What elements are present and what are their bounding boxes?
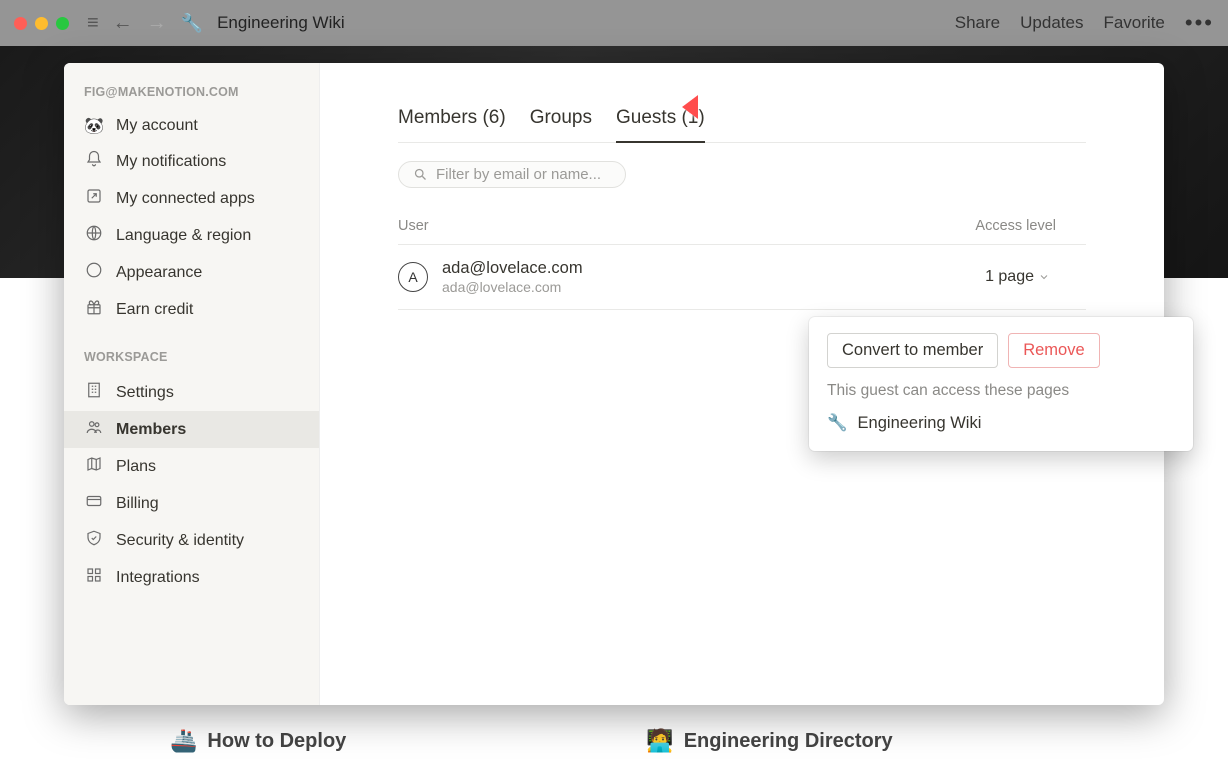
updates-button[interactable]: Updates xyxy=(1020,13,1083,33)
bg-page-label: Engineering Directory xyxy=(684,730,893,753)
maximize-window-button[interactable] xyxy=(56,17,69,30)
tab-groups[interactable]: Groups xyxy=(530,97,592,143)
share-button[interactable]: Share xyxy=(955,13,1000,33)
avatar: A xyxy=(398,262,428,292)
sidebar-item-label: Integrations xyxy=(116,569,200,587)
sidebar-item-label: Appearance xyxy=(116,264,202,282)
sidebar-item-label: Billing xyxy=(116,495,159,513)
guest-actions-popover: Convert to member Remove This guest can … xyxy=(809,317,1193,451)
background-page-links: 🚢 How to Deploy 🧑‍💻 Engineering Director… xyxy=(170,728,893,754)
tabs: Members (6) Groups Guests (1) xyxy=(398,97,1086,143)
bell-icon xyxy=(84,150,104,173)
bg-page-link-directory[interactable]: 🧑‍💻 Engineering Directory xyxy=(646,728,892,754)
bg-page-label: How to Deploy xyxy=(207,730,346,753)
convert-to-member-button[interactable]: Convert to member xyxy=(827,333,998,368)
settings-sidebar: FIG@MAKENOTION.COM 🐼 My account My notif… xyxy=(64,63,320,705)
access-level-label: 1 page xyxy=(985,268,1034,286)
page-title[interactable]: Engineering Wiki xyxy=(217,13,345,33)
traffic-lights xyxy=(14,17,69,30)
building-icon xyxy=(84,381,104,404)
sidebar-item-label: Members xyxy=(116,421,186,439)
access-level-dropdown[interactable]: 1 page xyxy=(985,268,1086,286)
col-user-header: User xyxy=(398,218,906,234)
sidebar-item-my-notifications[interactable]: My notifications xyxy=(64,143,319,180)
accessible-page-label: Engineering Wiki xyxy=(858,414,982,433)
wrench-icon: 🔧 xyxy=(827,414,848,433)
sidebar-item-appearance[interactable]: Appearance xyxy=(64,254,319,291)
sidebar-item-connected-apps[interactable]: My connected apps xyxy=(64,180,319,217)
sidebar-item-label: Earn credit xyxy=(116,301,193,319)
sidebar-item-label: My account xyxy=(116,117,198,135)
ship-icon: 🚢 xyxy=(170,728,197,754)
sidebar-item-earn-credit[interactable]: Earn credit xyxy=(64,291,319,328)
accessible-page-item[interactable]: 🔧 Engineering Wiki xyxy=(827,414,1175,433)
sidebar-item-label: My notifications xyxy=(116,153,226,171)
annotation-arrow-icon xyxy=(676,87,732,132)
guest-row: A ada@lovelace.com ada@lovelace.com 1 pa… xyxy=(398,245,1086,310)
window-titlebar: ≡ ← → 🔧 Engineering Wiki Share Updates F… xyxy=(0,0,1228,46)
hamburger-icon[interactable]: ≡ xyxy=(87,12,99,35)
sidebar-item-label: Settings xyxy=(116,384,174,402)
account-section-label: FIG@MAKENOTION.COM xyxy=(64,85,319,99)
sidebar-item-billing[interactable]: Billing xyxy=(64,485,319,522)
grid-icon xyxy=(84,566,104,589)
chevron-down-icon xyxy=(1038,271,1050,283)
more-options-button[interactable]: ••• xyxy=(1185,10,1214,36)
sidebar-item-integrations[interactable]: Integrations xyxy=(64,559,319,596)
sidebar-item-members[interactable]: Members xyxy=(64,411,319,448)
workspace-section-label: WORKSPACE xyxy=(64,350,319,364)
globe-icon xyxy=(84,224,104,247)
bg-page-link-deploy[interactable]: 🚢 How to Deploy xyxy=(170,728,346,754)
map-icon xyxy=(84,455,104,478)
gift-icon xyxy=(84,298,104,321)
sidebar-item-settings[interactable]: Settings xyxy=(64,374,319,411)
sidebar-item-label: Security & identity xyxy=(116,532,244,550)
people-icon xyxy=(84,418,104,441)
close-window-button[interactable] xyxy=(14,17,27,30)
minimize-window-button[interactable] xyxy=(35,17,48,30)
sidebar-item-label: Plans xyxy=(116,458,156,476)
moon-icon xyxy=(84,261,104,284)
sidebar-item-security[interactable]: Security & identity xyxy=(64,522,319,559)
panda-icon: 🐼 xyxy=(84,116,104,136)
user-email: ada@lovelace.com xyxy=(442,279,985,295)
filter-input[interactable]: Filter by email or name... xyxy=(398,161,626,188)
sidebar-item-label: Language & region xyxy=(116,227,251,245)
col-access-header: Access level xyxy=(906,218,1086,234)
person-icon: 🧑‍💻 xyxy=(646,728,673,754)
favorite-button[interactable]: Favorite xyxy=(1103,13,1164,33)
sidebar-item-language-region[interactable]: Language & region xyxy=(64,217,319,254)
sidebar-item-label: My connected apps xyxy=(116,190,255,208)
search-icon xyxy=(413,167,428,182)
nav-back-button[interactable]: ← xyxy=(113,12,133,35)
remove-guest-button[interactable]: Remove xyxy=(1008,333,1099,368)
popover-message: This guest can access these pages xyxy=(827,382,1175,400)
card-icon xyxy=(84,492,104,515)
nav-forward-button[interactable]: → xyxy=(147,12,167,35)
user-name: ada@lovelace.com xyxy=(442,259,985,278)
tab-members[interactable]: Members (6) xyxy=(398,97,506,143)
sidebar-item-my-account[interactable]: 🐼 My account xyxy=(64,109,319,143)
table-header: User Access level xyxy=(398,218,1086,245)
shield-icon xyxy=(84,529,104,552)
sidebar-item-plans[interactable]: Plans xyxy=(64,448,319,485)
wrench-icon: 🔧 xyxy=(181,13,203,34)
filter-placeholder: Filter by email or name... xyxy=(436,166,601,183)
external-link-icon xyxy=(84,187,104,210)
